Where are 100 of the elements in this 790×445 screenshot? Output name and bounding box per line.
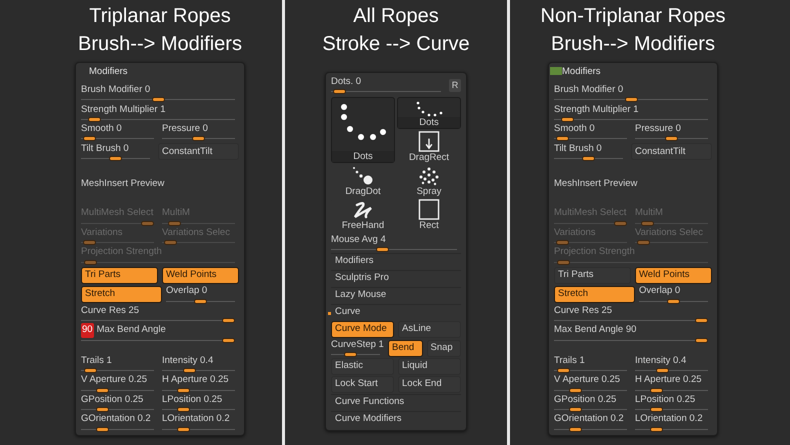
slider-thumb[interactable] <box>222 318 235 323</box>
toggle-button[interactable]: Lock Start <box>331 376 394 393</box>
slider[interactable]: LOrientation 0.2 <box>635 414 712 432</box>
toggle-button[interactable]: Bend <box>388 340 422 356</box>
slider[interactable]: H Aperture 0.25 <box>635 374 712 392</box>
slider-thumb[interactable] <box>695 318 708 323</box>
slider[interactable]: Curve Res 25 <box>81 305 239 323</box>
slider[interactable]: LPosition 0.25 <box>635 394 712 412</box>
toggle-button[interactable]: ConstantTilt <box>158 143 239 160</box>
slider[interactable]: Tilt Brush 0 <box>81 142 154 161</box>
toggle-button[interactable]: Tri Parts <box>554 266 631 284</box>
slider-thumb[interactable] <box>177 426 190 432</box>
slider-thumb[interactable] <box>177 388 190 392</box>
slider[interactable]: Strength Multiplier 1 <box>554 104 712 122</box>
slider-thumb[interactable] <box>667 298 680 304</box>
slider[interactable]: Intensity 0.4 <box>635 355 712 373</box>
slider-thumb[interactable] <box>561 116 574 122</box>
section-header[interactable]: Modifiers <box>331 253 461 269</box>
slider-thumb[interactable] <box>695 338 708 342</box>
bullet-icon <box>328 312 331 315</box>
slider[interactable]: H Aperture 0.25 <box>162 374 239 392</box>
slider[interactable]: Overlap 0 <box>166 286 239 304</box>
slider-thumb[interactable] <box>557 368 570 373</box>
toggle-button[interactable]: Tri Parts <box>81 266 158 284</box>
slider-thumb[interactable] <box>332 89 346 94</box>
slider[interactable]: Max Bend Angle 90 <box>554 324 712 342</box>
slider-thumb[interactable] <box>88 116 102 122</box>
toggle-button[interactable]: Liquid <box>398 358 461 375</box>
slider[interactable]: Brush Modifier 0 <box>554 84 712 102</box>
section-header[interactable]: Curve Modifiers <box>331 411 461 427</box>
slider[interactable]: Brush Modifier 0 <box>81 84 239 102</box>
reset-button[interactable]: R <box>449 78 461 92</box>
slider-thumb[interactable] <box>96 407 109 412</box>
toggle-button[interactable]: Stretch <box>554 286 635 303</box>
toggle-button[interactable]: Curve Mode <box>331 321 394 338</box>
slider[interactable]: Strength Multiplier 1 <box>81 104 239 122</box>
slider[interactable]: GPosition 0.25 <box>81 394 158 412</box>
toggle-button[interactable]: Lock End <box>398 376 461 393</box>
slider-thumb[interactable] <box>376 247 390 252</box>
square-icon <box>418 199 440 220</box>
slider-thumb[interactable] <box>569 407 582 412</box>
slider-thumb[interactable] <box>177 407 190 412</box>
slider-thumb[interactable] <box>152 97 164 102</box>
slider-thumb[interactable] <box>582 156 595 161</box>
slider[interactable]: Overlap 0 <box>639 286 712 304</box>
slider[interactable]: V Aperture 0.25 <box>554 374 631 392</box>
slider[interactable]: GOrientation 0.2 <box>554 414 631 432</box>
slider-thumb[interactable] <box>84 368 97 373</box>
slider[interactable]: GPosition 0.25 <box>554 394 631 412</box>
toggle-button[interactable]: Weld Points <box>635 266 712 284</box>
section-header[interactable]: Curve Functions <box>331 394 461 410</box>
slider-thumb[interactable] <box>183 368 196 373</box>
toggle-button[interactable]: Elastic <box>331 358 394 375</box>
stroke-tile[interactable]: Dots <box>397 97 461 129</box>
section-header[interactable]: Curve <box>331 304 461 320</box>
slider-thumb[interactable] <box>650 388 663 392</box>
slider[interactable]: Mouse Avg 4 <box>331 234 461 252</box>
slider[interactable]: LPosition 0.25 <box>162 394 239 412</box>
slider[interactable]: Trails 1 <box>554 355 631 373</box>
slider-thumb[interactable] <box>556 136 569 142</box>
slider-thumb[interactable] <box>569 426 582 432</box>
slider[interactable]: Trails 1 <box>81 355 158 373</box>
toggle-button[interactable]: Snap <box>426 340 461 356</box>
slider[interactable]: Intensity 0.4 <box>162 355 239 373</box>
slider-thumb[interactable] <box>96 426 109 432</box>
slider-thumb[interactable] <box>650 426 663 432</box>
slider-thumb[interactable] <box>569 388 582 392</box>
slider-thumb[interactable] <box>109 156 122 161</box>
slider[interactable]: Smooth 0 <box>81 123 158 142</box>
slider[interactable]: Pressure 0 <box>635 123 712 142</box>
stroke-tile[interactable]: Dots <box>331 97 395 163</box>
slider[interactable]: CurveStep 1 <box>331 339 384 357</box>
slider[interactable]: LOrientation 0.2 <box>162 414 239 432</box>
heading: Brush--> Modifiers <box>551 32 715 57</box>
slider[interactable]: Pressure 0 <box>162 123 239 142</box>
slider-thumb[interactable] <box>650 407 663 412</box>
slider-thumb[interactable] <box>665 136 678 142</box>
slider-thumb[interactable] <box>194 298 207 304</box>
section-header[interactable]: Sculptris Pro <box>331 270 461 286</box>
slider[interactable]: Smooth 0 <box>554 123 631 142</box>
slider-thumb[interactable] <box>82 136 96 142</box>
slider-thumb[interactable] <box>192 136 205 142</box>
slider[interactable]: 90 Max Bend Angle <box>81 324 239 342</box>
slider[interactable]: Curve Res 25 <box>554 305 712 323</box>
panel-title: Modifiers <box>89 64 128 79</box>
toggle-button[interactable]: ConstantTilt <box>631 143 712 160</box>
toggle-button[interactable]: Stretch <box>81 286 162 303</box>
slider[interactable]: Dots. 0 <box>331 76 445 94</box>
slider[interactable]: GOrientation 0.2 <box>81 414 158 432</box>
slider[interactable]: V Aperture 0.25 <box>81 374 158 392</box>
toggle-button[interactable]: AsLine <box>398 321 461 338</box>
slider-thumb[interactable] <box>624 97 638 102</box>
preview-label: MeshInsert Preview <box>554 177 638 191</box>
section-header[interactable]: Lazy Mouse <box>331 287 461 303</box>
slider[interactable]: Tilt Brush 0 <box>554 142 627 161</box>
slider-thumb[interactable] <box>96 388 109 392</box>
slider-thumb[interactable] <box>222 338 235 342</box>
slider-thumb[interactable] <box>656 368 669 373</box>
slider-thumb[interactable] <box>344 352 357 357</box>
toggle-button[interactable]: Weld Points <box>162 266 239 284</box>
